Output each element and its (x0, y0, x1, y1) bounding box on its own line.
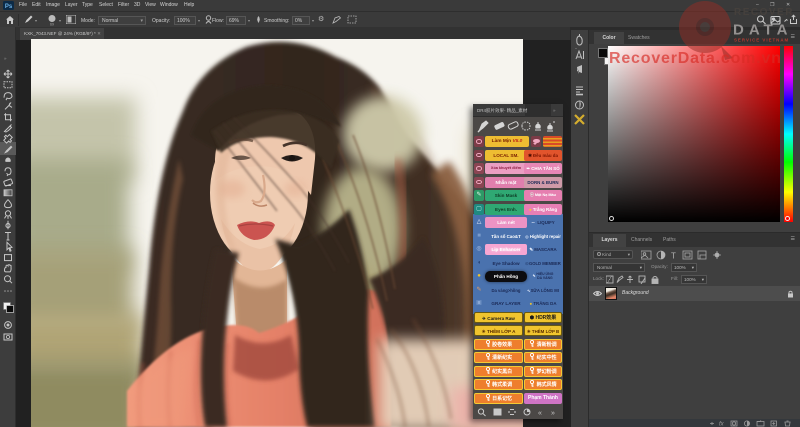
svg-text:Ps: Ps (5, 4, 13, 10)
svg-text:69: 69 (50, 23, 54, 27)
svg-text:fx: fx (719, 422, 725, 427)
svg-text:«: « (538, 410, 542, 417)
svg-text:»: » (551, 410, 555, 417)
svg-text:T: T (671, 252, 676, 261)
